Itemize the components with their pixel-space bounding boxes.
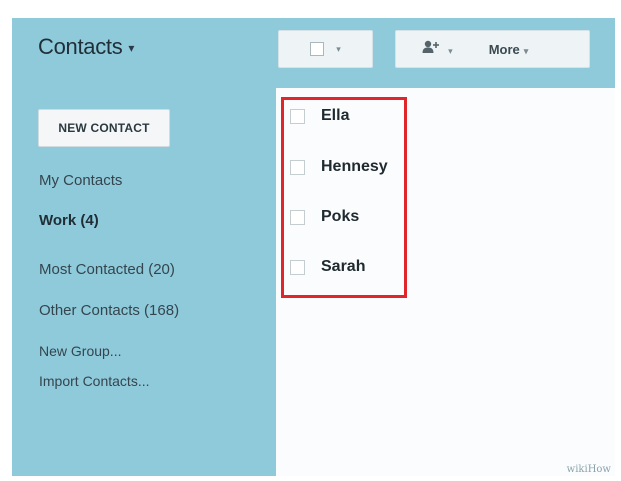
sidebar-item-most-contacted[interactable]: Most Contacted (20) (39, 261, 175, 278)
watermark-logo: wikiHow (566, 464, 611, 475)
more-label: More (488, 41, 520, 57)
more-button[interactable]: More ▾ (489, 42, 529, 57)
contact-checkbox[interactable] (290, 209, 305, 225)
chevron-down-icon: ▾ (448, 46, 453, 56)
contact-checkbox[interactable] (290, 159, 305, 175)
sidebar-item-my-contacts[interactable]: My Contacts (39, 172, 122, 189)
top-bar: Contacts ▾ ▾ ▾ More ▾ (12, 18, 615, 88)
contact-row[interactable]: Poks (290, 208, 359, 226)
chevron-down-icon: ▾ (523, 45, 529, 56)
toolbar-button-group: ▾ More ▾ (395, 30, 590, 68)
contact-row[interactable]: Ella (290, 107, 349, 125)
contact-row[interactable]: Sarah (290, 258, 365, 276)
contact-row[interactable]: Hennesy (290, 158, 388, 176)
app-title: Contacts (38, 34, 123, 59)
sidebar-item-import-contacts[interactable]: Import Contacts... (39, 373, 149, 389)
contact-name[interactable]: Ella (321, 107, 349, 125)
new-contact-button[interactable]: NEW CONTACT (38, 109, 170, 147)
chevron-down-icon: ▾ (128, 41, 135, 56)
checkbox-icon (310, 42, 325, 56)
sidebar-item-work[interactable]: Work (4) (39, 212, 99, 229)
chevron-down-icon: ▾ (336, 43, 341, 54)
add-to-group-button[interactable]: ▾ (422, 40, 453, 58)
contact-checkbox[interactable] (290, 259, 305, 275)
sidebar-item-new-group[interactable]: New Group... (39, 343, 121, 359)
sidebar-item-other-contacts[interactable]: Other Contacts (168) (39, 302, 179, 319)
app-title-dropdown[interactable]: Contacts ▾ (38, 34, 134, 60)
contact-name[interactable]: Hennesy (321, 158, 388, 176)
add-person-icon (422, 40, 444, 58)
contact-name[interactable]: Sarah (321, 258, 365, 276)
contact-checkbox[interactable] (290, 108, 305, 124)
select-checkbox-button[interactable]: ▾ (278, 30, 373, 68)
contact-name[interactable]: Poks (321, 208, 359, 226)
